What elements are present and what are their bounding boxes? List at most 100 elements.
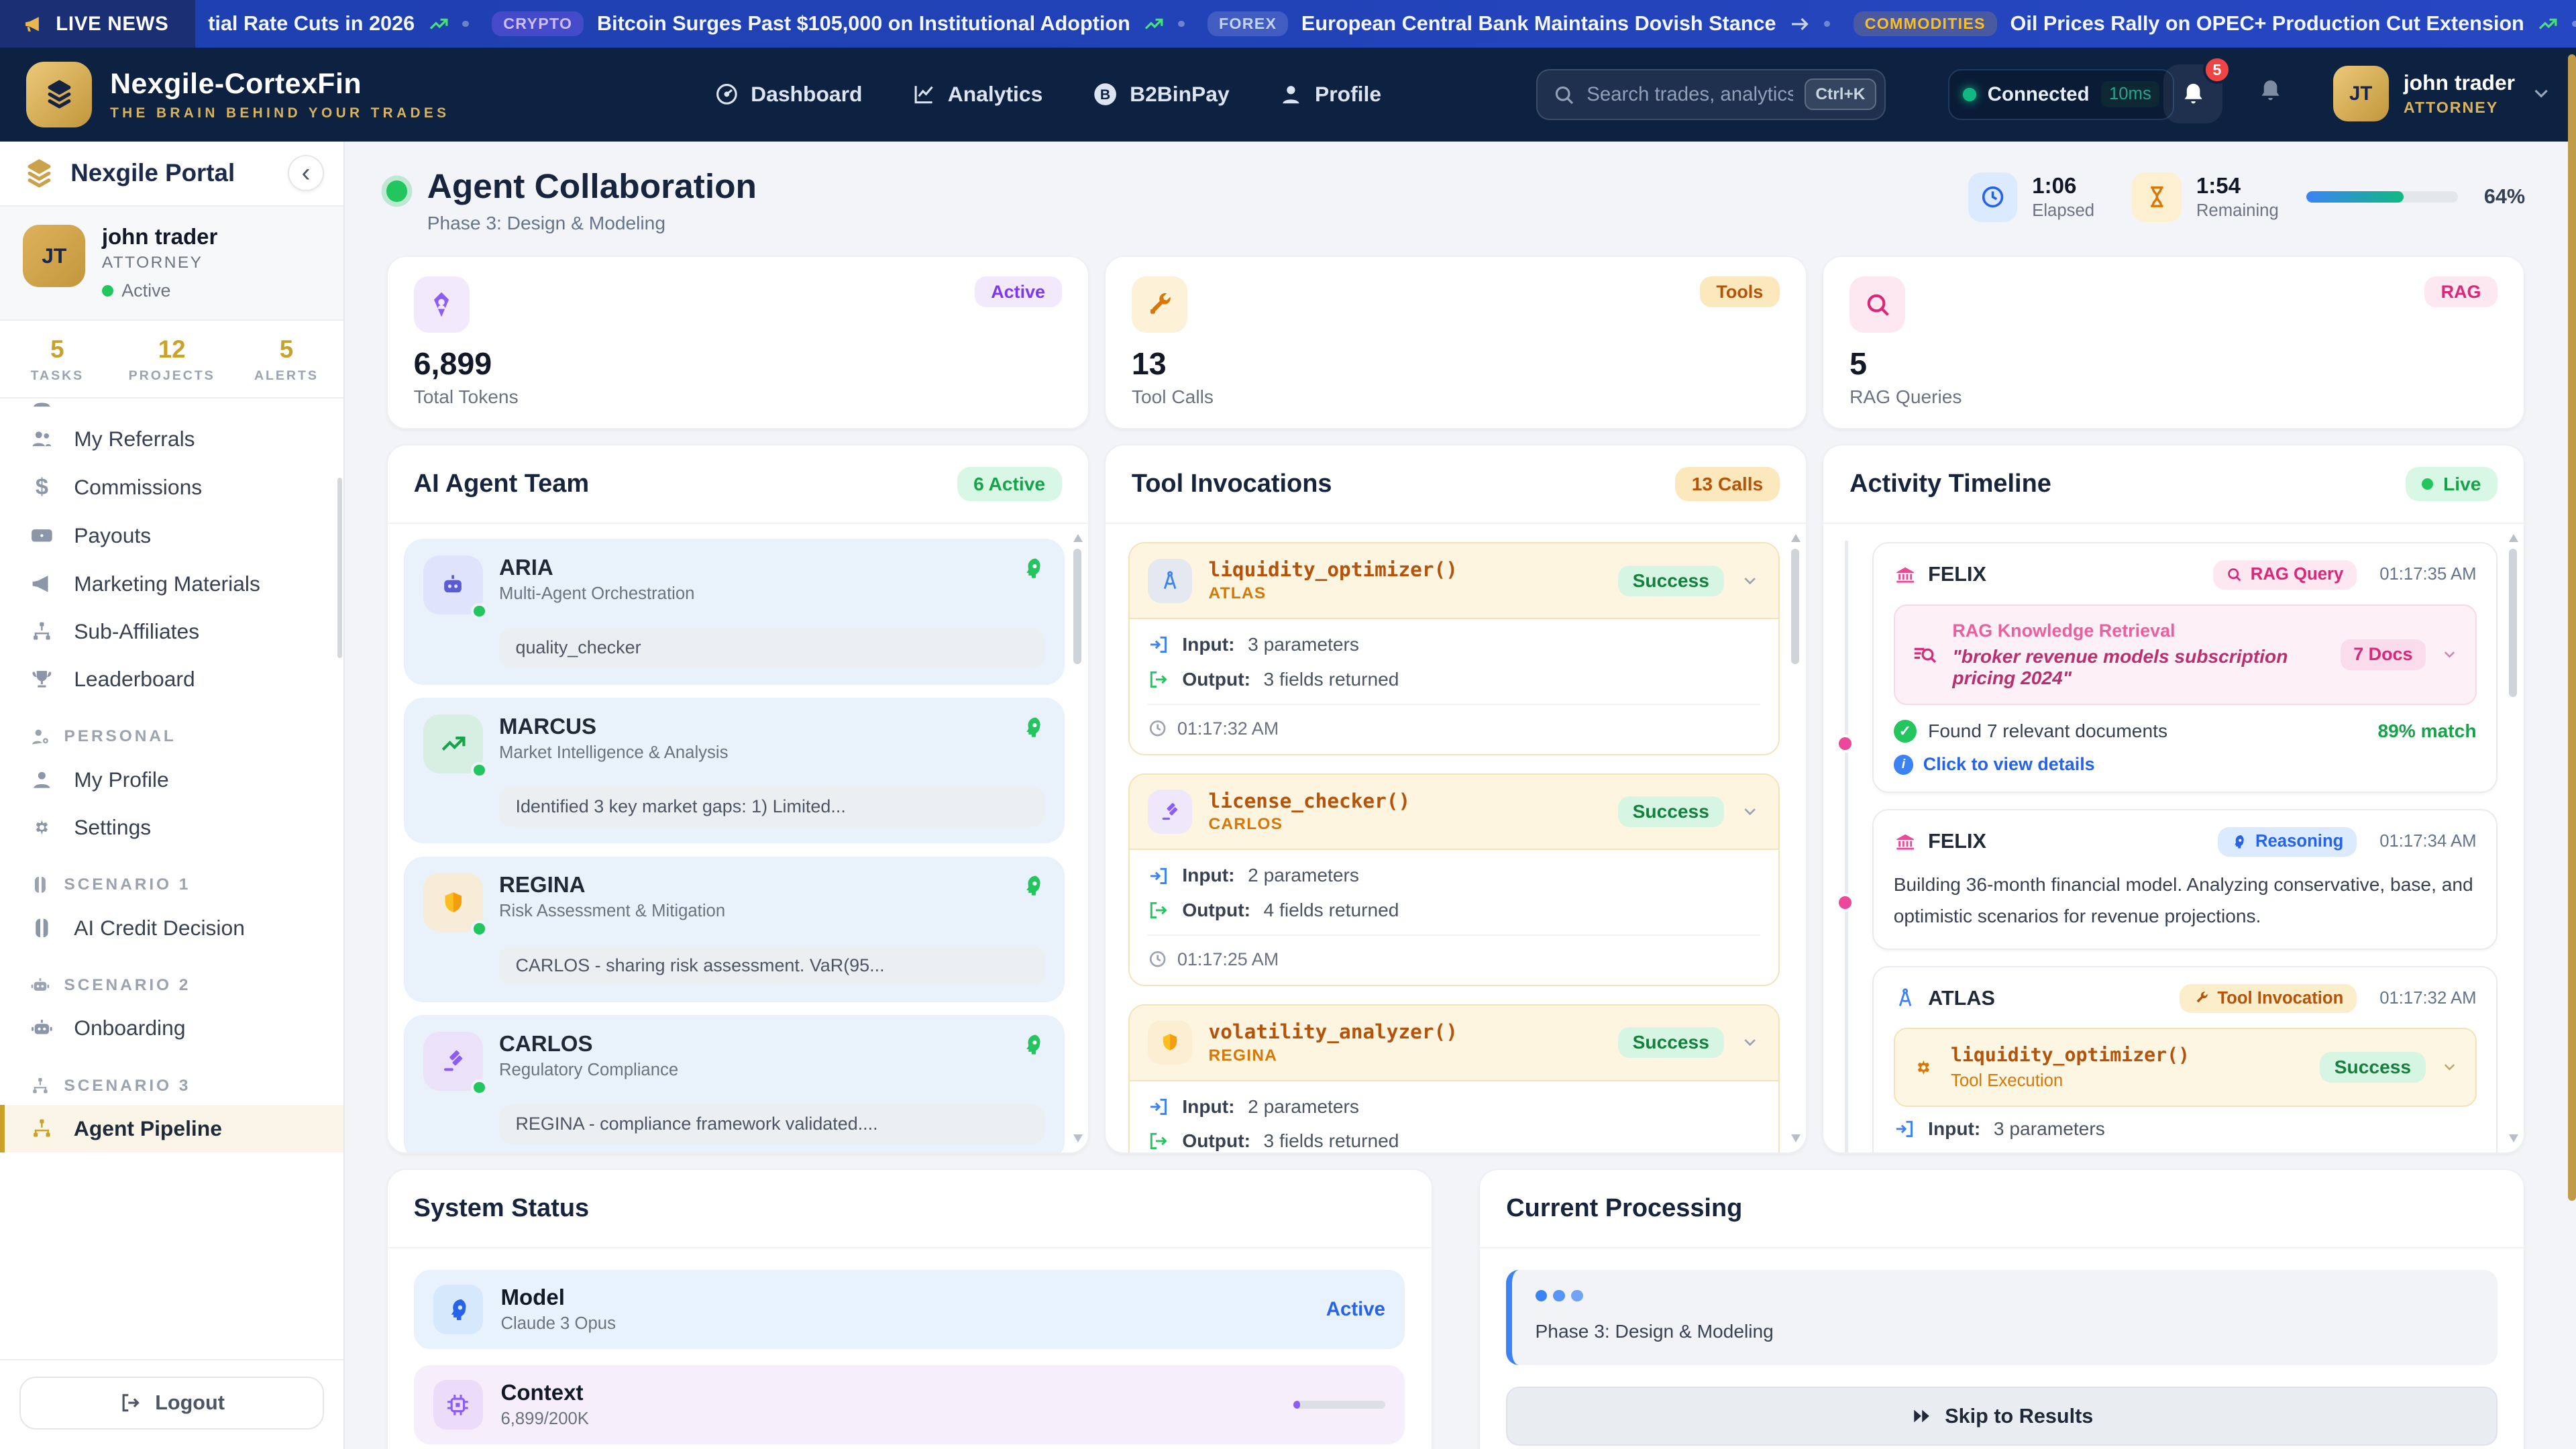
brand-logo [26, 62, 92, 127]
clipped-menu-item[interactable] [0, 398, 343, 415]
section-scenario-2: SCENARIO 2 [0, 952, 343, 1004]
sidebar-title: Nexgile Portal [70, 159, 273, 187]
status-dot [102, 285, 113, 297]
sidebar-item-agent-pipeline[interactable]: Agent Pipeline [0, 1105, 343, 1152]
main-nav: Dashboard Analytics B B2BinPay Profile [714, 81, 1381, 107]
search-icon [1864, 290, 1892, 319]
tool-function-name: license_checker() [1209, 790, 1411, 812]
ticker-separator [1178, 21, 1185, 28]
tool-call-card: liquidity_optimizer() ATLAS Success Inpu… [1128, 542, 1780, 755]
secondary-bell-icon[interactable] [2257, 77, 2284, 103]
sidebar-item-my-referrals[interactable]: My Referrals [0, 415, 343, 463]
tool-agent-name: REGINA [1209, 1046, 1458, 1065]
sidebar-item-ai-credit-decision[interactable]: AI Credit Decision [0, 904, 343, 951]
nav-profile[interactable]: Profile [1279, 82, 1381, 107]
nav-dashboard[interactable]: Dashboard [714, 82, 862, 107]
agent-card-regina[interactable]: REGINA Risk Assessment & Mitigation CARL… [404, 857, 1065, 1002]
sidebar-item-payouts[interactable]: Payouts [0, 512, 343, 559]
compass-icon [1159, 570, 1181, 592]
panel-title: Tool Invocations [1132, 470, 1332, 498]
page-title: Agent Collaboration [427, 166, 757, 206]
success-badge: Success [1618, 796, 1724, 828]
agent-card-carlos[interactable]: CARLOS Regulatory Compliance REGINA - co… [404, 1015, 1065, 1152]
tool-agent-name: ATLAS [1209, 584, 1458, 603]
nav-analytics[interactable]: Analytics [912, 82, 1042, 107]
compass-icon [1894, 987, 1917, 1010]
agent-list-scrollbar[interactable] [1071, 534, 1083, 1142]
bitcoin-icon: B [1092, 81, 1118, 107]
notification-count-badge: 5 [2203, 56, 2231, 84]
check-icon: ✓ [1894, 720, 1917, 743]
sidebar-item-marketing-materials[interactable]: Marketing Materials [0, 559, 343, 607]
status-row-context: Context 6,899/200K [414, 1365, 1405, 1444]
tool-execution-box[interactable]: liquidity_optimizer() Tool Execution Suc… [1894, 1028, 2477, 1106]
timeline-list: FELIX RAG Query 01:17:35 AM RAG Knowledg… [1823, 524, 2524, 1152]
brain-icon [30, 874, 51, 896]
nav-b2binpay[interactable]: B B2BinPay [1092, 81, 1230, 107]
agent-status-dot [471, 603, 487, 619]
hierarchy-icon [30, 619, 54, 644]
page-scrollbar[interactable] [2568, 54, 2576, 1201]
agent-card-marcus[interactable]: MARCUS Market Intelligence & Analysis Id… [404, 698, 1065, 843]
trend-up-icon [2537, 13, 2559, 35]
rag-retrieval-box[interactable]: RAG Knowledge Retrieval "broker revenue … [1894, 604, 2477, 705]
user-menu[interactable]: JT john trader ATTORNEY [2333, 66, 2553, 121]
layers-icon [43, 78, 76, 111]
tool-list-scrollbar[interactable] [1789, 534, 1801, 1142]
sidebar-item-settings[interactable]: Settings [0, 804, 343, 851]
thinking-head-icon [1020, 555, 1045, 580]
sidebar-item-leaderboard[interactable]: Leaderboard [0, 655, 343, 703]
ticker-item: COMMODITIES Oil Prices Rally on OPEC+ Pr… [1854, 11, 2576, 36]
tool-call-card: volatility_analyzer() REGINA Success Inp… [1128, 1004, 1780, 1152]
skip-to-results-button[interactable]: Skip to Results [1506, 1387, 2498, 1446]
sidebar-user-card: JT john trader ATTORNEY Active [0, 205, 343, 321]
global-search[interactable]: Ctrl+K [1536, 69, 1886, 120]
agent-status-dot [471, 1079, 487, 1095]
sidebar-item-onboarding[interactable]: Onboarding [0, 1004, 343, 1052]
robot-icon [438, 570, 468, 600]
news-ticker: LIVE NEWS tial Rate Cuts in 2026 CRYPTO … [0, 0, 2576, 48]
agent-name: MARCUS [499, 714, 728, 740]
match-percent: 89% match [2377, 720, 2476, 742]
chevron-down-icon [1740, 802, 1760, 821]
view-details-link[interactable]: i Click to view details [1894, 754, 2477, 775]
timeline-event-rag: FELIX RAG Query 01:17:35 AM RAG Knowledg… [1872, 542, 2498, 793]
brand-tagline: THE BRAIN BEHIND YOUR TRADES [110, 105, 449, 121]
banknote-icon [30, 523, 54, 548]
section-personal: PERSONAL [0, 703, 343, 755]
panel-title: Current Processing [1506, 1194, 1742, 1223]
sidebar-item-my-profile[interactable]: My Profile [0, 756, 343, 804]
calls-count-badge: 13 Calls [1675, 467, 1779, 502]
doc-search-icon [1911, 641, 1937, 667]
sidebar-item-sub-affiliates[interactable]: Sub-Affiliates [0, 608, 343, 655]
timeline-scrollbar[interactable] [2508, 534, 2519, 1142]
top-header: Nexgile-CortexFin THE BRAIN BEHIND YOUR … [0, 48, 2576, 142]
tool-call-header[interactable]: license_checker() CARLOS Success [1130, 775, 1778, 849]
timeline-dot [1836, 894, 1854, 912]
timeline-event-reasoning: FELIX Reasoning 01:17:34 AM Building 36-… [1872, 809, 2498, 949]
tool-call-header[interactable]: volatility_analyzer() REGINA Success [1130, 1006, 1778, 1080]
person-gear-icon [30, 727, 51, 748]
search-input[interactable] [1587, 83, 1792, 106]
person-icon [1279, 82, 1303, 107]
status-label: Active [121, 280, 170, 301]
shield-icon [439, 889, 468, 917]
chart-line-icon [912, 82, 936, 107]
tool-agent-name: CARLOS [1209, 815, 1411, 834]
live-news-label: LIVE NEWS [0, 0, 195, 48]
agent-card-aria[interactable]: ARIA Multi-Agent Orchestration quality_c… [404, 539, 1065, 684]
stat-badge: RAG [2424, 276, 2498, 307]
sidebar-collapse-button[interactable]: ‹ [288, 155, 324, 191]
sidebar-item-commissions[interactable]: $ Commissions [0, 463, 343, 512]
tool-call-header[interactable]: liquidity_optimizer() ATLAS Success [1130, 543, 1778, 618]
logout-button[interactable]: Logout [19, 1377, 324, 1429]
sidebar-scrollbar[interactable] [337, 478, 342, 658]
event-agent: FELIX [1928, 563, 1986, 586]
notifications-button[interactable]: 5 [2163, 64, 2222, 123]
phase-progress-percent: 64% [2484, 185, 2525, 209]
success-badge: Success [1618, 1027, 1724, 1059]
svg-text:B: B [1100, 87, 1110, 103]
ticker-separator [1824, 21, 1831, 28]
agent-role: Risk Assessment & Mitigation [499, 902, 725, 921]
tool-call-card: license_checker() CARLOS Success Input:2… [1128, 773, 1780, 986]
